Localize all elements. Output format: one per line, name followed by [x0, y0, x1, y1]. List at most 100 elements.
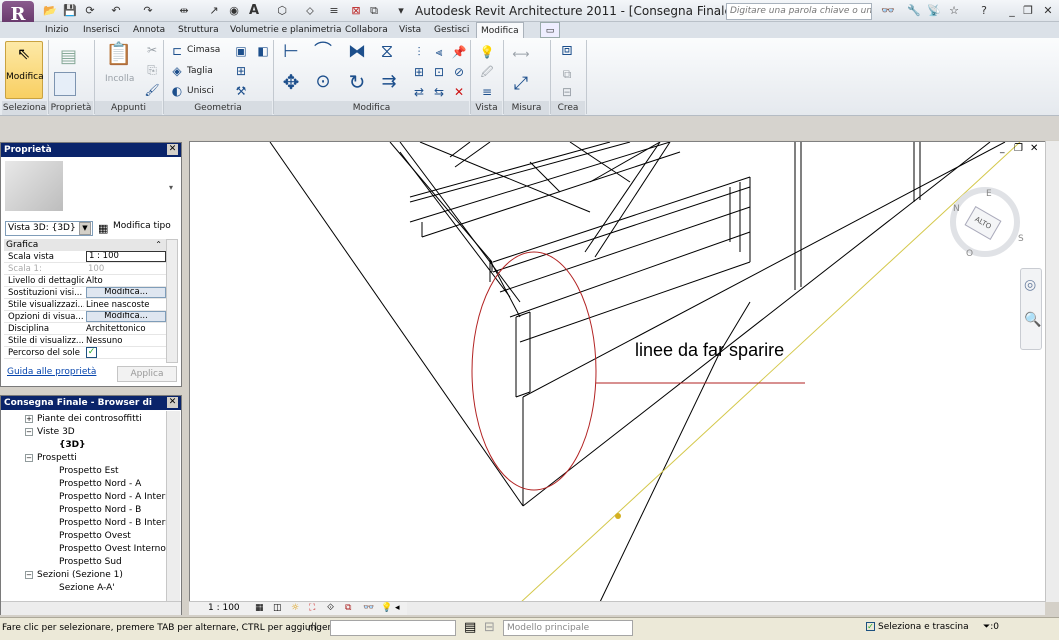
match-type-icon[interactable]: 🖌 — [143, 82, 161, 98]
view-scale[interactable]: 1 : 100 — [208, 602, 240, 615]
tab-inizio[interactable]: Inizio — [45, 22, 69, 38]
collapse-icon[interactable]: − — [25, 453, 33, 462]
property-row[interactable]: Stile di visualizz... Nessuno — [4, 335, 166, 347]
select-drag-checkbox[interactable]: ✓ — [866, 622, 875, 631]
trim-single-icon[interactable]: ⇆ — [430, 84, 448, 100]
favorites-icon[interactable]: ☆ — [946, 3, 962, 19]
panel-label-seleziona[interactable]: Seleziona — [2, 101, 47, 115]
qat-dropdown-icon[interactable]: ▾ — [393, 3, 409, 19]
cut-geometry-icon[interactable]: ◈ — [168, 63, 186, 79]
sun-path-icon[interactable]: ☼ — [291, 602, 299, 615]
properties-help-link[interactable]: Guida alle proprietà — [7, 367, 96, 377]
tree-node[interactable]: {3D} — [1, 439, 166, 452]
property-row[interactable]: Opzioni di visua... Modifica... — [4, 311, 166, 323]
property-group-header[interactable]: Grafica ⌃ — [4, 239, 166, 251]
edit-type-button[interactable]: Modifica tipo — [113, 221, 171, 231]
cimasa-button[interactable]: Cimasa — [187, 45, 220, 55]
view-scale-field[interactable]: 1 : 100 — [86, 251, 166, 262]
tab-annota[interactable]: Annota — [133, 22, 165, 38]
edit-overrides-button[interactable]: Modifica... — [86, 287, 166, 298]
type-dropdown-arrow-icon[interactable]: ▾ — [169, 183, 173, 192]
compass-east[interactable]: E — [986, 189, 992, 199]
design-option-selector[interactable]: Modello principale — [503, 620, 633, 636]
text-icon[interactable]: A — [246, 3, 262, 19]
tab-struttura[interactable]: Struttura — [178, 22, 219, 38]
property-value[interactable]: Alto — [86, 275, 166, 287]
close-icon[interactable]: ✕ — [167, 144, 178, 155]
tree-node[interactable]: Prospetto Ovest — [1, 530, 166, 543]
collapse-icon[interactable]: − — [25, 427, 33, 436]
property-row[interactable]: Livello di dettaglio Alto — [4, 275, 166, 287]
worksets-icon[interactable]: ▤ — [464, 620, 476, 635]
close-icon[interactable]: ✕ — [1040, 3, 1056, 19]
unpin-icon[interactable]: ⊘ — [450, 64, 468, 80]
restore-icon[interactable]: ❐ — [1020, 3, 1036, 19]
tree-node[interactable]: Prospetto Nord - A Interno — [1, 491, 166, 504]
minimize-icon[interactable]: _ — [1004, 3, 1020, 19]
view-minimize-icon[interactable]: _ — [1000, 144, 1005, 154]
design-options-icon[interactable]: ⊟ — [484, 620, 495, 635]
workset-selector[interactable] — [330, 620, 456, 636]
property-row[interactable]: Scala vista 1 : 100 — [4, 251, 166, 263]
dimension-icon[interactable]: ↗ — [206, 3, 222, 19]
tab-volumetrie[interactable]: Volumetrie e planimetria — [230, 22, 341, 38]
canvas-vertical-scrollbar[interactable] — [1045, 141, 1059, 602]
crop-view-icon[interactable]: ⟐ — [327, 602, 334, 615]
close-icon[interactable]: ✕ — [167, 397, 178, 408]
trim-extend-icon[interactable]: ⇉ — [380, 73, 398, 91]
copy-element-icon[interactable]: ⊙ — [314, 73, 332, 91]
tree-node[interactable]: Prospetto Nord - A — [1, 478, 166, 491]
scale-icon[interactable]: ⊡ — [430, 64, 448, 80]
tab-gestisci[interactable]: Gestisci — [434, 22, 469, 38]
compass-west[interactable]: O — [966, 249, 973, 259]
mirror-draw-icon[interactable]: ⧖ — [378, 43, 396, 61]
taglia-button[interactable]: Taglia — [187, 66, 213, 76]
tab-inserisci[interactable]: Inserisci — [83, 22, 120, 38]
detail-level-icon[interactable]: ▦ — [255, 602, 264, 615]
view-restore-icon[interactable]: ❐ — [1014, 143, 1023, 154]
ribbon-minimize-toggle[interactable]: ▭ — [540, 22, 560, 38]
compass-north[interactable]: N — [953, 204, 960, 214]
worksharing-icon[interactable]: ⛙ — [308, 620, 317, 637]
fine-lines-icon[interactable]: ≡ — [326, 3, 342, 19]
expand-icon[interactable]: + — [25, 414, 33, 423]
property-row[interactable]: Sostituzioni visi... Modifica... — [4, 287, 166, 299]
tree-node[interactable]: Prospetto Est — [1, 465, 166, 478]
split-element-icon[interactable]: ⫶ — [410, 44, 428, 60]
view-close-icon[interactable]: ✕ — [1030, 143, 1038, 154]
3d-view-icon[interactable]: ⬡ — [274, 3, 290, 19]
shadows-icon[interactable]: ⛶ — [309, 602, 315, 615]
apply-button[interactable]: Applica — [117, 366, 177, 382]
properties-scrollbar[interactable] — [166, 239, 178, 363]
browser-horizontal-scrollbar[interactable] — [1, 601, 181, 615]
open-icon[interactable]: 📂 — [42, 3, 58, 19]
split-gap-icon[interactable]: ⫷ — [430, 44, 448, 60]
communication-icon[interactable]: 📡 — [926, 3, 942, 19]
canvas-horizontal-scrollbar[interactable] — [407, 601, 1045, 615]
tab-collabora[interactable]: Collabora — [345, 22, 388, 38]
align-icon[interactable]: ⊢ — [282, 43, 300, 61]
tree-node[interactable]: − Prospetti — [1, 452, 166, 465]
property-row[interactable]: Percorso del sole ✓ — [4, 347, 166, 359]
linework-icon[interactable]: ≡ — [478, 84, 496, 100]
undo-icon[interactable]: ↶ — [108, 3, 124, 19]
measure-distance-icon[interactable]: ⤢ — [512, 75, 530, 93]
split-face-icon[interactable]: ▣ — [232, 43, 250, 59]
tree-node[interactable]: + Piante dei controsoffitti — [1, 413, 166, 426]
tree-node[interactable]: Prospetto Ovest Interno — [1, 543, 166, 556]
mirror-axis-icon[interactable]: ⧓ — [348, 43, 366, 61]
select-drag-toggle[interactable]: ✓ Seleziona e trascina — [866, 622, 969, 632]
create-group-icon[interactable]: ⧈ — [558, 41, 576, 59]
move-icon[interactable]: ✥ — [282, 72, 300, 92]
redo-icon[interactable]: ↷ — [140, 3, 156, 19]
subscription-icon[interactable]: 🔧 — [906, 3, 922, 19]
property-value[interactable]: Linee nascoste — [86, 299, 166, 311]
tree-node[interactable]: Prospetto Sud — [1, 556, 166, 569]
reveal-hidden-icon[interactable]: 💡 — [381, 602, 392, 615]
tree-node[interactable]: Sezione A-A' — [1, 582, 166, 595]
binoculars-icon[interactable]: 👓 — [880, 3, 896, 19]
tree-node[interactable]: Prospetto Nord - B — [1, 504, 166, 517]
filter-indicator[interactable]: ⏷:0 — [983, 622, 999, 632]
close-hidden-icon[interactable]: ⊠ — [348, 3, 364, 19]
chevron-down-icon[interactable]: ▼ — [79, 222, 91, 235]
